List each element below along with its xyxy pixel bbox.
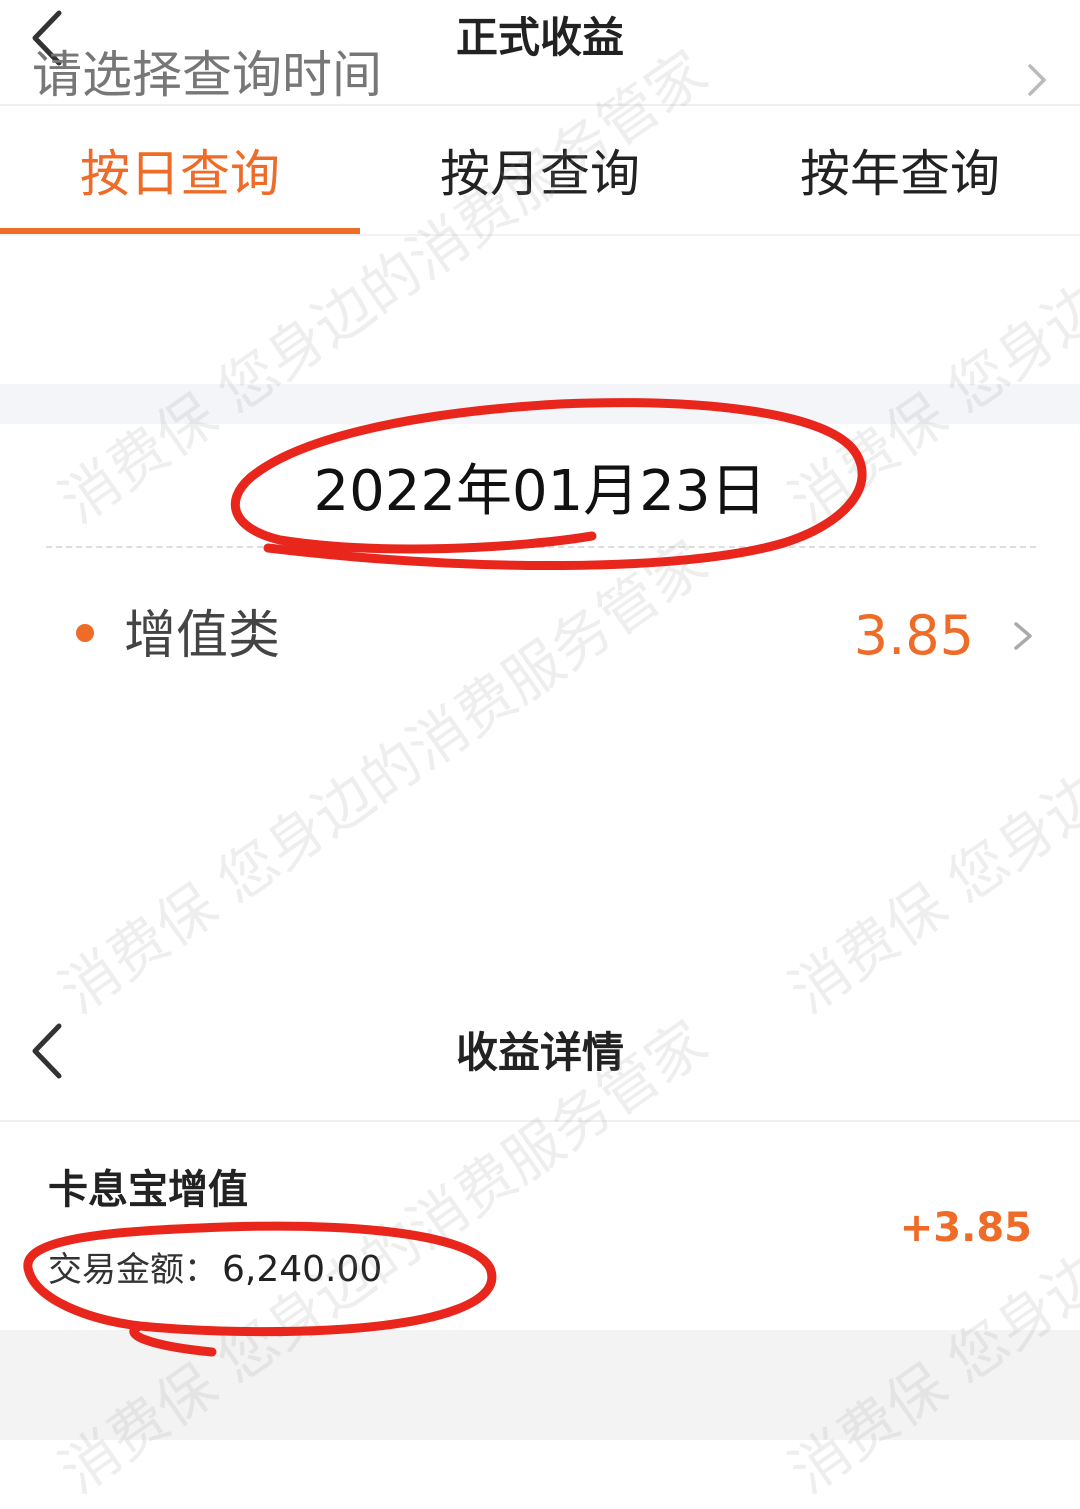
watermark-text: 消费保 您身边的消费服务管家: [47, 527, 720, 1027]
item-name: 卡息宝增值: [48, 1167, 248, 1213]
amount-value: 6,240.00: [222, 1249, 383, 1290]
detail-page-title: 收益详情: [455, 1028, 624, 1077]
tab-monthly-label: 按月查询: [440, 145, 640, 203]
tab-monthly[interactable]: 按月查询: [360, 106, 720, 234]
bullet-dot-icon: [76, 624, 94, 642]
chevron-right-icon[interactable]: [1008, 612, 1038, 660]
tab-daily-label: 按日查询: [80, 145, 280, 203]
time-picker-label: 请选择查询时间: [32, 46, 382, 104]
chevron-right-icon: [1020, 50, 1060, 110]
category-value[interactable]: 3.85: [700, 600, 974, 672]
tab-yearly[interactable]: 按年查询: [720, 106, 1080, 234]
tab-daily[interactable]: 按日查询: [0, 106, 360, 234]
dashed-divider: [46, 546, 1036, 548]
watermark-text: 消费保 您身边的消费服务管家: [777, 527, 1080, 1027]
query-tabs: 按日查询 按月查询 按年查询: [0, 106, 1080, 236]
category-label: 增值类: [124, 606, 281, 666]
time-picker-row[interactable]: [0, 236, 1080, 384]
selected-date: 2022年01月23日: [313, 459, 767, 524]
active-tab-indicator: [0, 228, 360, 234]
amount-label: 交易金额：: [48, 1250, 218, 1290]
bottom-background: [0, 1330, 1080, 1440]
section-separator: [0, 384, 1080, 424]
tab-yearly-label: 按年查询: [800, 145, 1000, 203]
income-value: +3.85: [899, 1205, 1032, 1251]
